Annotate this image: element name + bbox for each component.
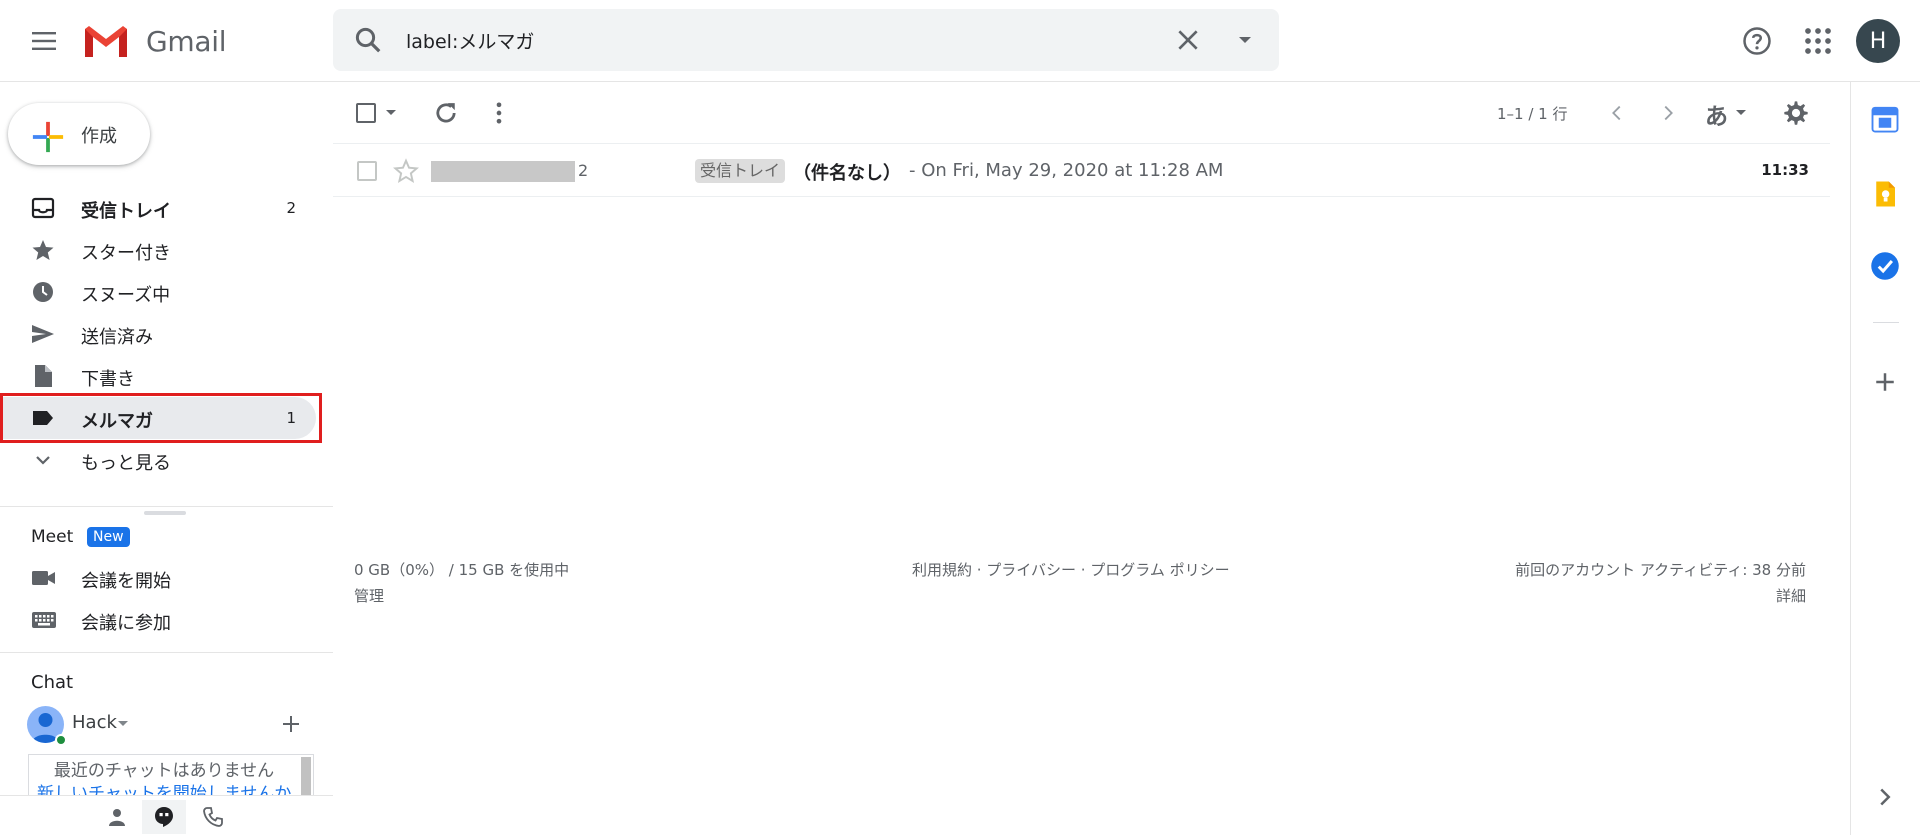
chat-list: 最近のチャットはありません 新しいチャットを開始しませんか — [28, 754, 314, 796]
gear-icon[interactable] — [1782, 99, 1810, 127]
close-icon[interactable] — [1175, 27, 1201, 53]
sidebar-item-inbox[interactable]: 受信トレイ 2 — [0, 187, 316, 229]
message-snippet: - On Fri, May 29, 2020 at 11:28 AM — [909, 160, 1224, 181]
pagination-range: 1–1 / 1 行 — [1497, 105, 1568, 123]
account-activity: 前回のアカウント アクティビティ: 38 分前 — [1515, 561, 1806, 579]
hamburger-icon — [32, 32, 56, 50]
search-input[interactable] — [406, 23, 966, 57]
person-icon — [109, 809, 125, 826]
sidebar-divider — [0, 506, 333, 507]
mail-toolbar: 1–1 / 1 行 あ — [333, 82, 1830, 144]
sidebar-item-snoozed[interactable]: スヌーズ中 — [0, 271, 316, 313]
manage-storage-link[interactable]: 管理 — [354, 585, 384, 606]
search-bar — [333, 9, 1279, 71]
row-checkbox[interactable] — [357, 161, 377, 181]
message-subject: （件名なし） — [793, 163, 901, 184]
chat-empty-text: 最近のチャットはありません — [53, 761, 275, 781]
compose-label: 作成 — [81, 126, 117, 147]
activity-details-link[interactable]: 詳細 — [1776, 585, 1806, 606]
message-time: 11:33 — [1761, 161, 1809, 179]
caret-down-icon[interactable] — [118, 720, 128, 728]
side-panel — [1850, 82, 1920, 835]
account-avatar[interactable]: H — [1856, 19, 1900, 63]
section-resize-handle[interactable] — [144, 511, 186, 515]
main-menu-button[interactable] — [24, 21, 64, 61]
meet-start-button[interactable]: 会議を開始 — [0, 558, 316, 598]
hangouts-icon — [155, 807, 173, 827]
select-caret-icon[interactable] — [386, 110, 396, 116]
phone-tab[interactable] — [191, 800, 235, 834]
top-header: Gmail H — [0, 0, 1920, 82]
chat-user-name: Hack — [72, 712, 117, 733]
search-icon[interactable] — [353, 25, 383, 55]
chevron-right-icon[interactable] — [1657, 102, 1679, 124]
side-panel-divider — [1873, 322, 1899, 323]
online-status-dot — [55, 734, 67, 746]
start-chat-link[interactable]: 新しいチャットを開始しませんか — [37, 779, 291, 796]
table-row[interactable]: 2 受信トレイ （件名なし） - On Fri, May 29, 2020 at… — [333, 145, 1830, 197]
sidebar-item-label: スター付き — [81, 243, 171, 264]
add-addon-icon[interactable] — [1870, 367, 1900, 397]
chevron-left-icon[interactable] — [1606, 102, 1628, 124]
star-outline-icon[interactable] — [393, 158, 419, 184]
apps-grid-icon[interactable] — [1803, 26, 1833, 56]
hangouts-bottom-bar — [0, 795, 333, 835]
help-icon[interactable] — [1742, 26, 1772, 56]
keyboard-icon — [32, 612, 56, 628]
compose-button[interactable]: 作成 — [8, 103, 150, 165]
gmail-logo[interactable]: Gmail — [82, 20, 227, 62]
unread-count: 2 — [286, 199, 296, 217]
gmail-logo-text: Gmail — [146, 24, 227, 58]
sidebar-item-starred[interactable]: スター付き — [0, 229, 316, 271]
chat-user-status[interactable]: Hack — [27, 706, 317, 746]
search-options-caret-icon[interactable] — [1237, 33, 1253, 47]
new-badge: New — [87, 527, 130, 547]
select-all-checkbox[interactable] — [356, 103, 376, 123]
sidebar-item-drafts[interactable]: 下書き — [0, 355, 316, 397]
meet-join-button[interactable]: 会議に参加 — [0, 600, 316, 640]
clock-icon — [33, 282, 53, 302]
calendar-icon[interactable] — [1870, 104, 1900, 134]
refresh-icon[interactable] — [432, 99, 460, 127]
draft-icon — [35, 365, 52, 387]
chat-scrollbar[interactable] — [301, 757, 311, 795]
chevron-down-icon — [36, 456, 50, 465]
storage-usage: 0 GB（0%） / 15 GB を使用中 — [354, 561, 570, 579]
star-icon — [32, 240, 54, 260]
plus-icon — [32, 121, 64, 153]
highlight-annotation-box — [0, 393, 322, 443]
video-camera-icon — [32, 571, 55, 585]
phone-icon — [203, 807, 223, 827]
chat-section-title: Chat — [31, 672, 74, 693]
send-icon — [32, 325, 54, 343]
contacts-tab[interactable] — [95, 800, 139, 834]
policy-links[interactable]: 利用規約 · プライバシー · プログラム ポリシー — [912, 559, 1230, 580]
thread-count: 2 — [578, 161, 589, 180]
keep-icon[interactable] — [1870, 179, 1900, 209]
sidebar-item-label: 受信トレイ — [81, 201, 171, 222]
sidebar-item-sent[interactable]: 送信済み — [0, 313, 316, 355]
add-chat-icon[interactable] — [281, 714, 301, 734]
inbox-label-chip[interactable]: 受信トレイ — [695, 159, 786, 183]
input-tools-button[interactable]: あ — [1705, 97, 1728, 131]
tasks-icon[interactable] — [1870, 251, 1900, 281]
chevron-right-icon[interactable] — [1870, 782, 1900, 812]
hangouts-tab[interactable] — [142, 800, 186, 834]
sidebar-item-label: 送信済み — [81, 327, 153, 348]
gmail-m-icon — [85, 26, 127, 57]
sidebar-item-label: もっと見る — [81, 453, 171, 474]
meet-join-label: 会議に参加 — [81, 613, 171, 634]
redacted-sender — [431, 161, 575, 182]
input-tools-caret-icon[interactable] — [1736, 110, 1746, 116]
more-vertical-icon[interactable] — [485, 99, 513, 127]
sidebar-item-label: スヌーズ中 — [81, 285, 171, 306]
sidebar-item-more[interactable]: もっと見る — [0, 439, 316, 481]
meet-start-label: 会議を開始 — [81, 571, 171, 592]
sidebar-divider — [0, 652, 333, 653]
meet-section-title: Meet — [31, 527, 74, 547]
inbox-icon — [31, 197, 55, 219]
sidebar-item-label: 下書き — [81, 369, 135, 390]
